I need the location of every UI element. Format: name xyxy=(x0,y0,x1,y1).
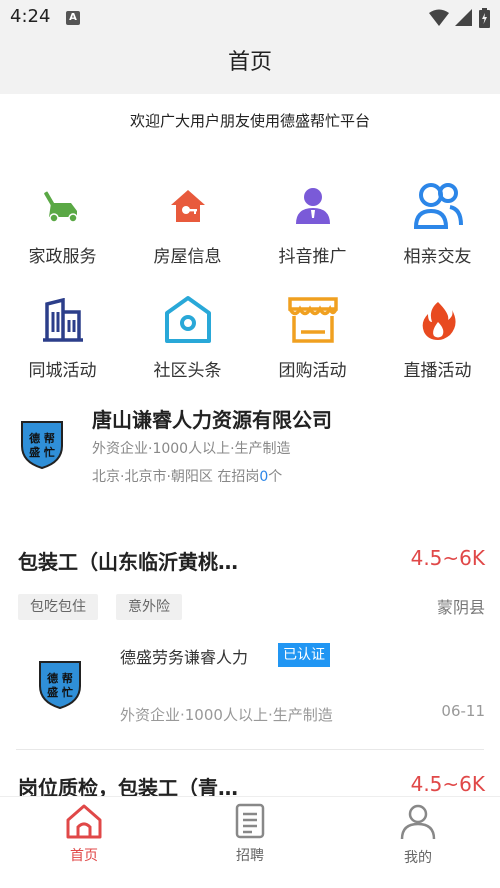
company-logo: 德 帮盛 忙 xyxy=(18,418,66,470)
people-icon xyxy=(410,178,466,234)
company-location: 北京·北京市·朝阳区 在招岗0个 xyxy=(92,466,282,486)
grid-item-housing[interactable]: 房屋信息 xyxy=(125,178,250,267)
svg-text:德 帮: 德 帮 xyxy=(46,671,73,685)
fire-icon xyxy=(410,292,466,348)
app-notification-icon: A xyxy=(66,11,80,25)
job-title: 包装工（山东临沂黄桃… xyxy=(18,550,238,574)
title-bar: 首页 xyxy=(0,36,500,94)
location-house-icon xyxy=(160,292,216,348)
svg-text:德 帮: 德 帮 xyxy=(28,431,55,445)
job-company-name: 德盛劳务谦睿人力 xyxy=(120,648,249,667)
job-date: 06-11 xyxy=(441,702,485,720)
svg-text:盛 忙: 盛 忙 xyxy=(47,685,73,699)
status-time: 4:24 xyxy=(10,6,51,27)
grid-item-label: 房屋信息 xyxy=(153,247,222,267)
job-salary: 4.5~6K xyxy=(410,772,485,796)
status-bar: 4:24 A xyxy=(0,0,500,36)
verified-badge: 已认证 xyxy=(278,643,330,667)
tab-label: 我的 xyxy=(404,850,432,866)
home-icon xyxy=(66,804,102,839)
grid-item-housekeeping[interactable]: 家政服务 xyxy=(0,178,125,267)
welcome-text: 欢迎广大用户朋友使用德盛帮忙平台 xyxy=(129,112,370,130)
job-tag: 意外险 xyxy=(116,594,182,620)
grid-item-label: 团购活动 xyxy=(278,361,347,381)
page-title: 首页 xyxy=(227,50,272,75)
grid-item-label: 直播活动 xyxy=(403,361,472,381)
company-name: 唐山谦睿人力资源有限公司 xyxy=(92,408,332,432)
company-card[interactable]: 德 帮盛 忙 唐山谦睿人力资源有限公司 外资企业·1000人以上·生产制造 北京… xyxy=(0,398,500,498)
company-location-text: 北京·北京市·朝阳区 在招岗 xyxy=(92,469,260,485)
job-location: 蒙阴县 xyxy=(436,598,485,617)
job-company-logo: 德 帮盛 忙 xyxy=(36,658,84,710)
grid-item-label: 家政服务 xyxy=(28,247,97,267)
svg-text:盛 忙: 盛 忙 xyxy=(29,445,55,459)
lawnmower-icon xyxy=(35,178,91,234)
wifi-icon xyxy=(429,9,449,26)
company-open-count: 0 xyxy=(259,469,269,485)
battery-icon xyxy=(479,8,490,28)
job-tag: 包吃包住 xyxy=(18,594,98,620)
grid-item-label: 相亲交友 xyxy=(403,247,472,267)
signal-icon xyxy=(455,9,472,26)
house-icon xyxy=(160,178,216,234)
grid-item-live[interactable]: 直播活动 xyxy=(375,292,500,381)
grid-item-douyin[interactable]: 抖音推广 xyxy=(250,178,375,267)
job-company-meta: 外资企业·1000人以上·生产制造 xyxy=(120,706,333,724)
grid-item-group-buy[interactable]: 团购活动 xyxy=(250,292,375,381)
status-icons xyxy=(429,8,490,28)
tab-profile[interactable]: 我的 xyxy=(358,803,478,867)
grid-item-city-events[interactable]: 同城活动 xyxy=(0,292,125,381)
user-icon xyxy=(400,804,436,840)
system-nav-bar xyxy=(0,868,500,888)
tab-label: 招聘 xyxy=(236,848,264,864)
grid-item-label: 抖音推广 xyxy=(278,247,347,267)
grid-item-dating[interactable]: 相亲交友 xyxy=(375,178,500,267)
tab-recruit[interactable]: 招聘 xyxy=(190,803,310,865)
job-salary: 4.5~6K xyxy=(410,546,485,570)
company-count-suffix: 个 xyxy=(268,469,283,485)
bottom-tab-bar: 首页 招聘 我的 xyxy=(0,796,500,869)
shop-icon xyxy=(285,292,341,348)
divider xyxy=(16,749,484,750)
document-icon xyxy=(235,803,265,839)
tab-label: 首页 xyxy=(70,848,98,864)
grid-item-label: 同城活动 xyxy=(28,361,97,381)
grid-item-community-news[interactable]: 社区头条 xyxy=(125,292,250,381)
company-meta: 外资企业·1000人以上·生产制造 xyxy=(92,441,291,457)
person-icon xyxy=(285,178,341,234)
tab-home[interactable]: 首页 xyxy=(24,803,144,865)
buildings-icon xyxy=(35,292,91,348)
grid-item-label: 社区头条 xyxy=(153,361,222,381)
